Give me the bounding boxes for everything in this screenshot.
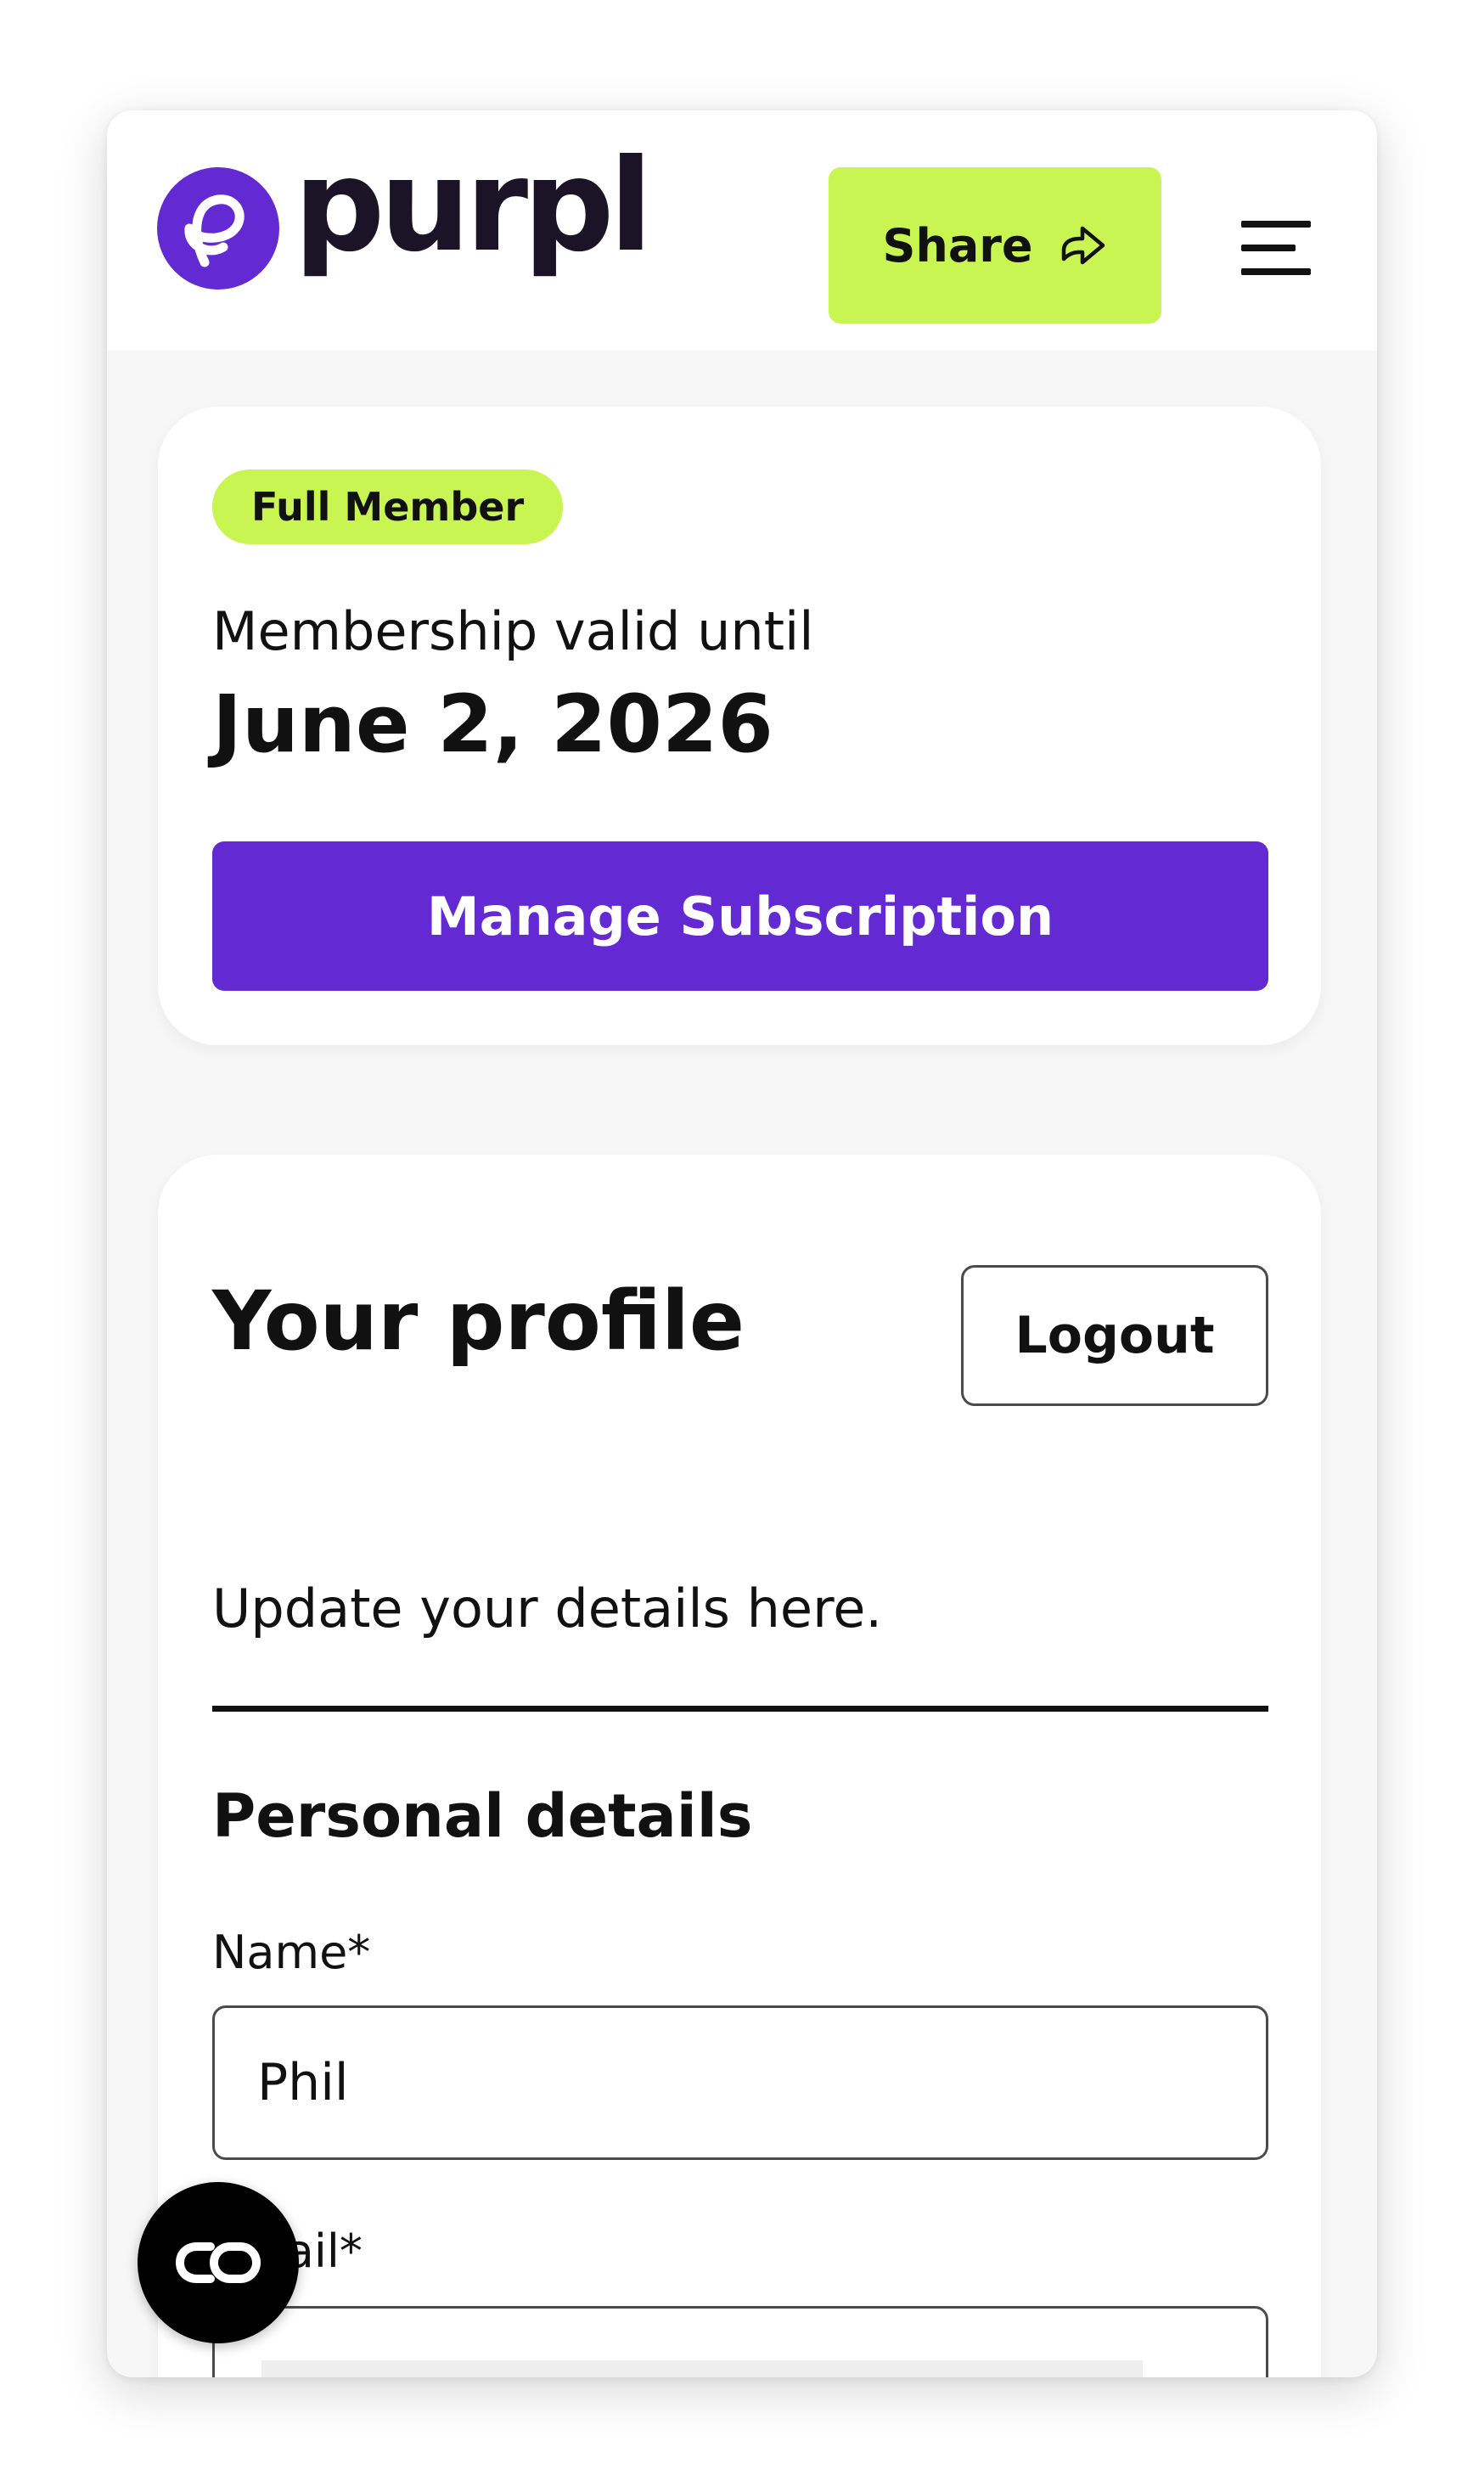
logout-button[interactable]: Logout (961, 1265, 1268, 1406)
profile-title: Your profile (212, 1274, 745, 1369)
hamburger-menu-icon (1241, 221, 1311, 275)
name-field-label: Name* (212, 1926, 371, 1979)
name-field[interactable] (212, 2005, 1268, 2160)
personal-details-heading: Personal details (212, 1781, 753, 1851)
purpl-logo-icon[interactable] (157, 167, 279, 290)
share-arrow-icon (1061, 226, 1105, 265)
manage-subscription-button[interactable]: Manage Subscription (212, 841, 1268, 991)
email-redacted-value (261, 2360, 1143, 2377)
menu-button[interactable] (1212, 209, 1311, 285)
section-divider (212, 1706, 1268, 1712)
membership-badge: Full Member (212, 470, 564, 544)
membership-card: Full Member Membership valid until June … (158, 407, 1321, 1045)
membership-valid-label: Membership valid until (212, 600, 814, 662)
top-bar: purpl Share (107, 110, 1377, 351)
co-badge-icon (175, 2242, 261, 2283)
membership-valid-date: June 2, 2026 (212, 678, 773, 771)
phone-frame: purpl Share Full Member Membership valid… (107, 110, 1377, 2377)
logo-wordmark[interactable]: purpl (294, 143, 653, 270)
profile-card: Your profile Logout Update your details … (158, 1155, 1321, 2377)
share-button[interactable]: Share (829, 167, 1161, 323)
co-floating-button[interactable] (138, 2182, 299, 2343)
share-button-label: Share (882, 218, 1033, 273)
profile-subtitle: Update your details here. (212, 1578, 883, 1640)
